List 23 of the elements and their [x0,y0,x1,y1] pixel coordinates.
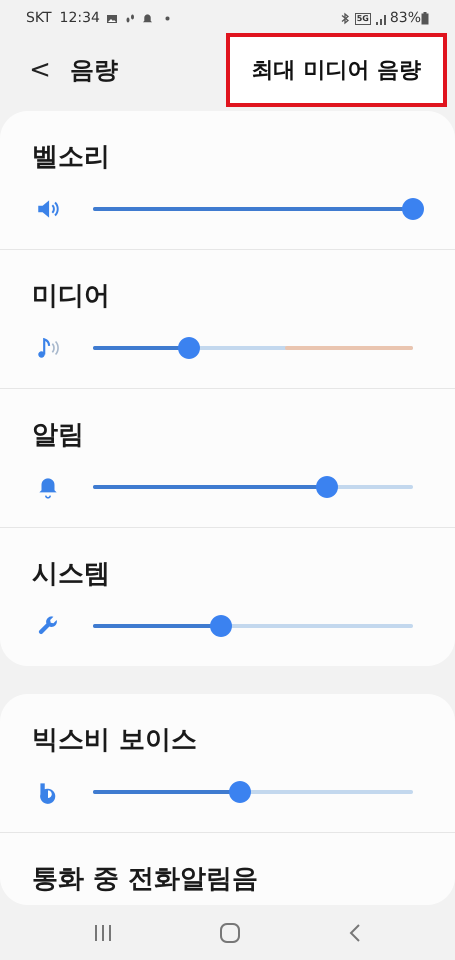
bell-icon [142,12,153,25]
bluetooth-icon [340,12,350,26]
battery-text: 83% [390,9,421,28]
image-icon [106,12,118,25]
volume-label: 시스템 [32,558,111,592]
back-icon[interactable] [348,922,362,943]
back-button[interactable]: < [28,50,52,90]
volume-label: 알림 [32,419,85,452]
recent-apps-icon[interactable] [93,924,114,942]
network-text: 5G [354,12,371,25]
max-media-volume-button[interactable]: 최대 미디어 음량 [230,37,443,104]
volume-label: 벨소리 [32,141,111,174]
volume-label: 미디어 [32,280,111,314]
carrier-text: SKT [26,9,52,28]
battery-icon [421,12,429,26]
time-text: 12:34 [60,9,100,28]
volume-label: 통화 중 전화알림음 [32,863,260,896]
page-title: 음량 [70,55,118,86]
footprints-icon [124,12,136,25]
signal-icon [374,12,387,25]
volume-label: 빅스비 보이스 [32,724,198,758]
dot-icon [164,16,170,22]
home-icon[interactable] [219,922,242,944]
